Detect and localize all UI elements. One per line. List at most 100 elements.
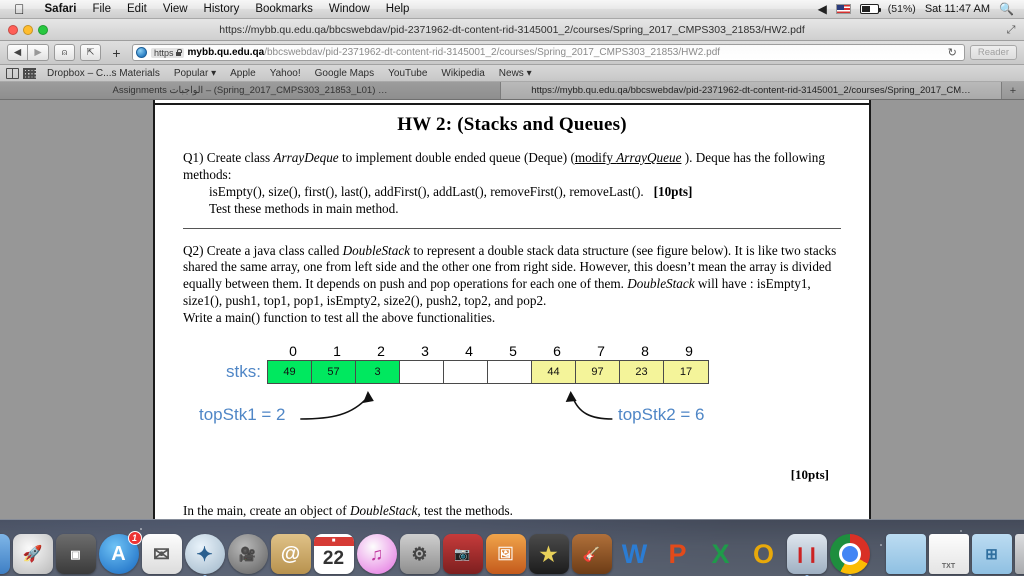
q1-arrayqueue: ArrayQueue xyxy=(616,150,682,165)
gear-icon: ⚙ xyxy=(411,543,428,564)
dock-item-iphoto[interactable]: 🖼 xyxy=(485,534,526,574)
menu-item-view[interactable]: View xyxy=(155,3,196,15)
dock-item-photo-booth[interactable]: 📷 xyxy=(442,534,483,574)
address-bar[interactable]: https mybb.qu.edu.qa/bbcswebdav/pid-2371… xyxy=(132,44,965,61)
screen:  Safari File Edit View History Bookmark… xyxy=(0,0,1024,576)
dock-item-downloads-folder[interactable] xyxy=(885,534,926,574)
export-icon[interactable]: ⇱ xyxy=(80,44,101,61)
volume-mute-icon[interactable]: ◀ xyxy=(818,3,827,15)
reader-button[interactable]: Reader xyxy=(969,45,1017,60)
dock-item-trash[interactable]: 🗑 xyxy=(1014,534,1024,574)
dock-item-app-store[interactable]: A1 xyxy=(98,531,142,574)
array-index-5: 5 xyxy=(509,343,517,360)
topstk1-label: topStk1 = 2 xyxy=(199,405,286,425)
menu-item-bookmarks[interactable]: Bookmarks xyxy=(247,3,321,15)
menu-item-window[interactable]: Window xyxy=(321,3,378,15)
array-index-8: 8 xyxy=(641,343,649,360)
menu-item-safari[interactable]: Safari xyxy=(37,3,85,15)
window-title-bar[interactable]: https://mybb.qu.edu.qa/bbcswebdav/pid-23… xyxy=(0,19,1024,41)
bookmark-apple[interactable]: Apple xyxy=(223,68,263,79)
camera-icon: 📷 xyxy=(454,546,471,561)
bookmark-popular[interactable]: Popular ▾ xyxy=(167,68,223,79)
array-cell-3 xyxy=(400,361,444,384)
pdf-page: HW 2: (Stacks and Queues) Q1) Create cla… xyxy=(153,100,871,519)
dock-item-calendar[interactable]: ■ 22 xyxy=(313,534,354,574)
dock-item-text-document[interactable]: TXT xyxy=(928,534,969,574)
bookmark-wikipedia[interactable]: Wikipedia xyxy=(434,68,491,79)
menu-item-history[interactable]: History xyxy=(196,3,248,15)
dock-item-mission-control[interactable]: ▣ xyxy=(55,534,96,574)
menu-item-edit[interactable]: Edit xyxy=(119,3,155,15)
dock-item-microsoft-excel[interactable]: X xyxy=(701,534,741,574)
back-arrow-icon[interactable]: ◀ xyxy=(7,44,28,61)
search-icon[interactable]: 🔍 xyxy=(999,3,1014,15)
bookmarks-bar: Dropbox – C...s Materials Popular ▾ Appl… xyxy=(0,65,1024,82)
closing-a: In the main, create an object of xyxy=(183,503,350,519)
windows-logo-icon: ⊞ xyxy=(985,546,998,563)
tab-hw2-pdf[interactable]: https://mybb.qu.edu.qa/bbcswebdav/pid-23… xyxy=(501,82,1002,99)
dock-item-windows-folder[interactable]: ⊞ xyxy=(971,534,1012,574)
close-button[interactable] xyxy=(8,25,18,35)
dock-item-itunes[interactable]: ♫ xyxy=(356,534,397,574)
new-tab-button[interactable]: + xyxy=(1002,82,1024,99)
dock-item-parallels[interactable]: ❙❙ xyxy=(786,534,827,576)
battery-icon[interactable] xyxy=(859,4,882,14)
double-stack-figure: 0 1 2 3 4 5 6 7 8 9 stks: 49 57 3 44 97 … xyxy=(183,343,841,455)
minimize-button[interactable] xyxy=(23,25,33,35)
safari-window: https://mybb.qu.edu.qa/bbcswebdav/pid-23… xyxy=(0,19,1024,519)
pdf-viewer[interactable]: HW 2: (Stacks and Queues) Q1) Create cla… xyxy=(0,100,1024,519)
tab-assignments[interactable]: Assignments الواجبات – (Spring_2017_CMPS… xyxy=(0,82,501,99)
topstk2-label: topStk2 = 6 xyxy=(618,405,705,425)
globe-icon xyxy=(136,47,147,58)
reload-icon[interactable]: ↻ xyxy=(944,46,961,59)
apple-menu-icon[interactable]:  xyxy=(14,2,25,16)
q1-arraydeque: ArrayDeque xyxy=(273,150,339,165)
bookmark-google-maps[interactable]: Google Maps xyxy=(308,68,381,79)
bookmark-popular-label: Popular xyxy=(173,67,209,79)
dock-item-system-preferences[interactable]: ⚙ xyxy=(399,534,440,574)
dock-item-safari[interactable]: ✦ xyxy=(184,534,225,576)
url-text[interactable]: mybb.qu.edu.qa/bbcswebdav/pid-2371962-dt… xyxy=(188,47,940,58)
bookmark-youtube[interactable]: YouTube xyxy=(381,68,434,79)
dock-item-mail[interactable]: ✉ xyxy=(141,534,182,574)
dock-item-garageband[interactable]: 🎸 xyxy=(571,534,612,574)
bookmark-dropbox[interactable]: Dropbox – C...s Materials xyxy=(40,68,167,79)
bookmarks-sidebar-icon[interactable] xyxy=(6,67,19,79)
dock-item-facetime[interactable]: 🎥 xyxy=(227,534,268,574)
photo-icon: 🖼 xyxy=(497,546,514,561)
forward-arrow-icon[interactable]: ▶ xyxy=(28,44,49,61)
menu-item-help[interactable]: Help xyxy=(378,3,418,15)
at-sign-icon: @ xyxy=(280,542,301,565)
bookmark-yahoo[interactable]: Yahoo! xyxy=(263,68,308,79)
array-cell-8: 23 xyxy=(620,361,664,384)
rocket-icon: 🚀 xyxy=(22,546,43,563)
bookmark-news[interactable]: News ▾ xyxy=(492,68,539,79)
arrow-path-topstk1 xyxy=(300,396,369,420)
https-badge: https xyxy=(151,47,184,58)
array-cell-5 xyxy=(488,361,532,384)
dock-item-imovie[interactable]: ★ xyxy=(528,534,569,574)
dock-item-microsoft-powerpoint[interactable]: P xyxy=(658,534,698,574)
fullscreen-icon[interactable]: ⤢ xyxy=(1005,24,1017,36)
add-tab-button[interactable]: + xyxy=(106,44,127,61)
calendar-month-band: ■ xyxy=(313,536,354,546)
q1-points: [10pts] xyxy=(653,183,693,199)
menu-bar-clock[interactable]: Sat 11:47 AM xyxy=(925,3,990,15)
share-icon[interactable]: ⍝ xyxy=(54,44,75,61)
menu-item-file[interactable]: File xyxy=(84,3,119,15)
us-flag-icon[interactable] xyxy=(835,4,851,14)
window-title: https://mybb.qu.edu.qa/bbcswebdav/pid-23… xyxy=(219,23,805,36)
zoom-button[interactable] xyxy=(38,25,48,35)
array-index-1: 1 xyxy=(333,343,341,360)
dock-item-microsoft-word[interactable]: W xyxy=(615,534,655,574)
dock-item-contacts[interactable]: @ xyxy=(270,534,311,574)
dock-item-google-chrome[interactable] xyxy=(829,534,870,576)
top-sites-grid-icon[interactable] xyxy=(23,67,36,79)
dock-item-launchpad[interactable]: 🚀 xyxy=(12,534,53,574)
question-1-text: Q1) Create class ArrayDeque to implement… xyxy=(183,150,841,218)
array-index-3: 3 xyxy=(421,343,429,360)
dock-item-finder[interactable]: ☺ xyxy=(0,534,10,574)
browser-toolbar: ◀ ▶ ⍝ ⇱ + https mybb.qu.edu.qa/bbcswebda… xyxy=(0,41,1024,65)
section-divider-1 xyxy=(183,227,841,229)
dock-item-microsoft-outlook[interactable]: O xyxy=(744,534,784,574)
